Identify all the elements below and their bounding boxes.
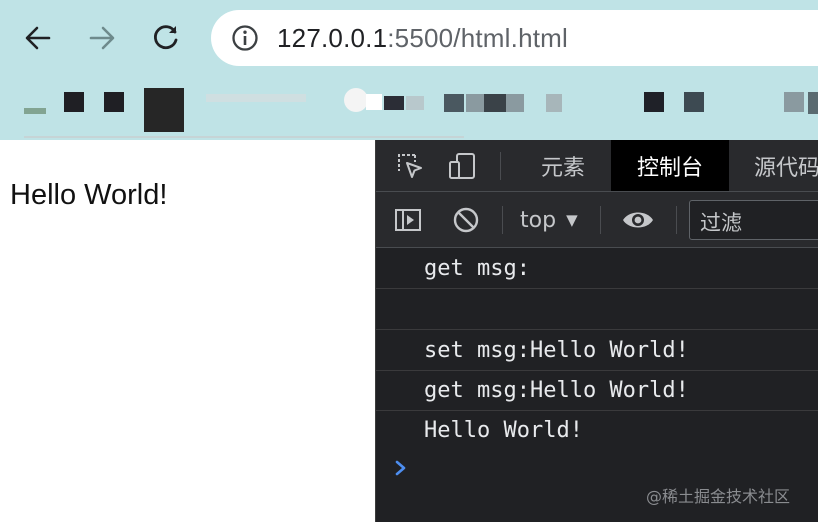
bookmark-item[interactable] [444, 94, 464, 112]
reload-icon [154, 25, 178, 50]
console-message-text: set msg:Hello World! [424, 338, 689, 363]
browser-chrome: 127.0.0.1:5500/html.html [0, 0, 818, 140]
toolbar-separator [502, 206, 503, 234]
bookmark-item[interactable] [366, 94, 382, 110]
console-message-text: Hello World! [424, 418, 583, 443]
console-prompt-icon[interactable] [394, 459, 408, 477]
device-toolbar-button[interactable] [446, 150, 478, 182]
toolbar-separator [676, 206, 677, 234]
url-path: :5500/html.html [387, 23, 568, 53]
forward-button[interactable] [82, 18, 122, 58]
clear-console-button[interactable] [450, 204, 482, 236]
bookmark-item[interactable] [144, 88, 184, 132]
bookmark-item[interactable] [684, 92, 704, 112]
console-filter-input[interactable]: 过滤 [689, 200, 818, 240]
bookmark-item[interactable] [64, 92, 84, 112]
bookmark-item[interactable] [506, 94, 524, 112]
context-selector[interactable]: top ▼ [520, 204, 578, 236]
toolbar-separator [600, 206, 601, 234]
bookmark-divider [24, 136, 464, 138]
tab-console[interactable]: 控制台 [611, 140, 729, 191]
watermark: @稀土掘金技术社区 [646, 487, 791, 506]
bookmarks-bar [0, 78, 818, 134]
bookmark-item[interactable] [104, 92, 124, 112]
console-message: set msg:Hello World! [376, 331, 818, 371]
address-bar[interactable]: 127.0.0.1:5500/html.html [211, 10, 818, 66]
bookmark-item[interactable] [546, 94, 562, 112]
caret-down-icon: ▼ [566, 211, 578, 229]
bookmark-item[interactable] [644, 92, 664, 112]
bookmark-item[interactable] [384, 96, 404, 110]
filter-placeholder: 过滤 [700, 211, 742, 235]
bookmark-item[interactable] [784, 92, 804, 112]
console-message: get msg:Hello World! [376, 371, 818, 411]
bookmark-item[interactable] [344, 88, 368, 112]
url-host: 127.0.0.1 [277, 23, 388, 53]
url-text: 127.0.0.1:5500/html.html [277, 23, 568, 53]
console-message [376, 290, 818, 330]
bookmark-item[interactable] [24, 108, 46, 114]
console-message: Hello World! [376, 411, 818, 451]
eye-icon [623, 212, 653, 228]
inspect-cursor-icon [398, 154, 422, 178]
bookmark-item[interactable] [206, 94, 306, 102]
console-output: get msg: set msg:Hello World! get msg:He… [376, 249, 818, 522]
tab-elements[interactable]: 元素 [516, 140, 610, 191]
devtools-tab-bar: 元素 控制台 源代码 [376, 140, 818, 192]
inspect-element-button[interactable] [394, 150, 426, 182]
tab-sources[interactable]: 源代码 [754, 140, 818, 191]
bookmark-item[interactable] [484, 94, 506, 112]
reload-button[interactable] [146, 18, 186, 58]
console-toolbar: top ▼ 过滤 [376, 192, 818, 248]
page-hello-text: Hello World! [10, 179, 168, 211]
console-message: get msg: [376, 249, 818, 289]
console-message-text: get msg:Hello World! [424, 378, 689, 403]
clear-console-icon [453, 207, 479, 233]
arrow-right-icon [89, 26, 115, 50]
bookmark-item[interactable] [466, 94, 484, 112]
sidebar-toggle-icon [395, 209, 421, 231]
info-circle-icon[interactable] [231, 24, 259, 52]
console-message-text: get msg: [424, 256, 530, 281]
bookmark-item[interactable] [406, 96, 424, 110]
context-selector-label: top [520, 207, 557, 233]
bookmark-item[interactable] [808, 92, 818, 114]
toggle-sidebar-button[interactable] [392, 204, 424, 236]
tab-separator [500, 152, 501, 180]
back-button[interactable] [18, 18, 58, 58]
arrow-left-icon [25, 26, 51, 50]
device-mode-icon [449, 153, 475, 179]
page-viewport: Hello World! [0, 140, 375, 522]
live-expression-button[interactable] [618, 204, 658, 236]
devtools-panel: 元素 控制台 源代码 top ▼ 过滤 get msg: set msg:Hel… [375, 140, 818, 522]
